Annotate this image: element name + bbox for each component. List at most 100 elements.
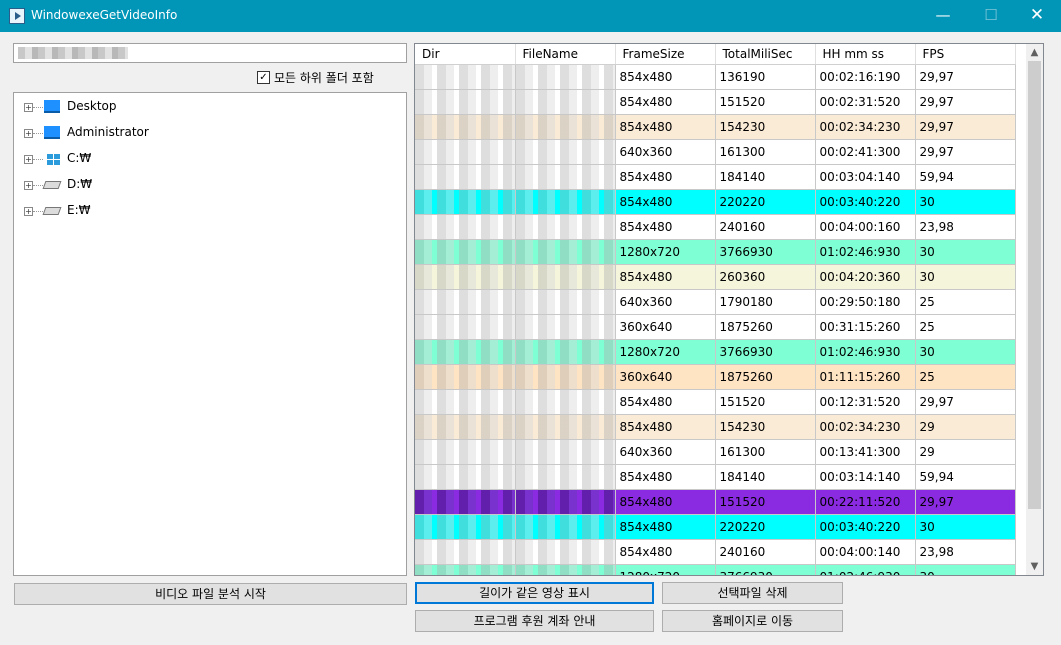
folder-path-input[interactable] (13, 43, 407, 63)
table-row[interactable]: 360x640 1875260 01:11:15:260 25 (415, 364, 1016, 390)
filename-cell-blurred[interactable] (515, 289, 616, 315)
dir-cell-blurred[interactable] (415, 414, 516, 440)
frame-size-cell[interactable]: 360x640 (615, 314, 716, 340)
frame-size-cell[interactable]: 854x480 (615, 64, 716, 90)
table-row[interactable]: 854x480 240160 00:04:00:140 23,98 (415, 539, 1016, 565)
duration-cell[interactable]: 00:13:41:300 (815, 439, 916, 465)
fps-cell[interactable]: 30 (915, 189, 1016, 215)
filename-cell-blurred[interactable] (515, 164, 616, 190)
scroll-up-icon[interactable]: ▲ (1026, 44, 1043, 61)
total-ms-cell[interactable]: 151520 (715, 489, 816, 515)
fps-cell[interactable]: 29,97 (915, 139, 1016, 165)
fps-cell[interactable]: 59,94 (915, 164, 1016, 190)
dir-cell-blurred[interactable] (415, 389, 516, 415)
fps-cell[interactable]: 29,97 (915, 489, 1016, 515)
total-ms-cell[interactable]: 260360 (715, 264, 816, 290)
duration-cell[interactable]: 00:02:34:230 (815, 414, 916, 440)
duration-cell[interactable]: 01:02:46:930 (815, 239, 916, 265)
fps-cell[interactable]: 59,94 (915, 464, 1016, 490)
duration-cell[interactable]: 00:04:20:360 (815, 264, 916, 290)
fps-cell[interactable]: 30 (915, 239, 1016, 265)
duration-cell[interactable]: 00:29:50:180 (815, 289, 916, 315)
expand-icon[interactable]: + (24, 103, 33, 112)
dir-cell-blurred[interactable] (415, 239, 516, 265)
frame-size-cell[interactable]: 854x480 (615, 489, 716, 515)
table-row[interactable]: 854x480 220220 00:03:40:220 30 (415, 514, 1016, 540)
duration-cell[interactable]: 00:03:04:140 (815, 164, 916, 190)
table-row[interactable]: 640x360 161300 00:13:41:300 29 (415, 439, 1016, 465)
fps-cell[interactable]: 25 (915, 314, 1016, 340)
dir-cell-blurred[interactable] (415, 439, 516, 465)
frame-size-cell[interactable]: 640x360 (615, 289, 716, 315)
dir-cell-blurred[interactable] (415, 114, 516, 140)
table-row[interactable]: 854x480 184140 00:03:14:140 59,94 (415, 464, 1016, 490)
frame-size-cell[interactable]: 854x480 (615, 539, 716, 565)
filename-cell-blurred[interactable] (515, 264, 616, 290)
frame-size-cell[interactable]: 360x640 (615, 364, 716, 390)
dir-cell-blurred[interactable] (415, 189, 516, 215)
dir-cell-blurred[interactable] (415, 214, 516, 240)
table-row[interactable]: 854x480 136190 00:02:16:190 29,97 (415, 64, 1016, 90)
table-row[interactable]: 360x640 1875260 00:31:15:260 25 (415, 314, 1016, 340)
total-ms-cell[interactable]: 3766930 (715, 339, 816, 365)
duration-cell[interactable]: 00:02:34:230 (815, 114, 916, 140)
frame-size-cell[interactable]: 1280x720 (615, 564, 716, 575)
table-row[interactable]: 854x480 154230 00:02:34:230 29 (415, 414, 1016, 440)
checkbox-box[interactable]: ✓ (257, 71, 270, 84)
filename-cell-blurred[interactable] (515, 189, 616, 215)
filename-cell-blurred[interactable] (515, 64, 616, 90)
total-ms-cell[interactable]: 184140 (715, 464, 816, 490)
dir-cell-blurred[interactable] (415, 139, 516, 165)
total-ms-cell[interactable]: 3766930 (715, 564, 816, 575)
table-row[interactable]: 854x480 151520 00:12:31:520 29,97 (415, 389, 1016, 415)
duration-cell[interactable]: 00:02:41:300 (815, 139, 916, 165)
fps-cell[interactable]: 23,98 (915, 214, 1016, 240)
table-row[interactable]: 1280x720376693001:02:46:93030 (415, 239, 1016, 265)
fps-cell[interactable]: 25 (915, 364, 1016, 390)
column-header[interactable]: FPS (915, 44, 1016, 65)
expand-icon[interactable]: + (24, 155, 33, 164)
frame-size-cell[interactable]: 1280x720 (615, 239, 716, 265)
table-row[interactable]: 1280x720376693001:02:46:93030 (415, 339, 1016, 365)
filename-cell-blurred[interactable] (515, 339, 616, 365)
filename-cell-blurred[interactable] (515, 114, 616, 140)
duration-cell[interactable]: 00:04:00:160 (815, 214, 916, 240)
frame-size-cell[interactable]: 854x480 (615, 514, 716, 540)
expand-icon[interactable]: + (24, 129, 33, 138)
show-same-length-button[interactable]: 길이가 같은 영상 표시 (415, 582, 654, 604)
total-ms-cell[interactable]: 240160 (715, 539, 816, 565)
duration-cell[interactable]: 01:02:46:930 (815, 564, 916, 575)
frame-size-cell[interactable]: 640x360 (615, 139, 716, 165)
fps-cell[interactable]: 30 (915, 514, 1016, 540)
frame-size-cell[interactable]: 854x480 (615, 89, 716, 115)
total-ms-cell[interactable]: 1875260 (715, 364, 816, 390)
total-ms-cell[interactable]: 151520 (715, 89, 816, 115)
fps-cell[interactable]: 29 (915, 414, 1016, 440)
duration-cell[interactable]: 00:22:11:520 (815, 489, 916, 515)
total-ms-cell[interactable]: 240160 (715, 214, 816, 240)
frame-size-cell[interactable]: 854x480 (615, 114, 716, 140)
dir-cell-blurred[interactable] (415, 489, 516, 515)
fps-cell[interactable]: 29,97 (915, 64, 1016, 90)
table-row[interactable]: 854x480 184140 00:03:04:140 59,94 (415, 164, 1016, 190)
duration-cell[interactable]: 00:31:15:260 (815, 314, 916, 340)
total-ms-cell[interactable]: 151520 (715, 389, 816, 415)
fps-cell[interactable]: 23,98 (915, 539, 1016, 565)
column-header[interactable]: FrameSize (615, 44, 716, 65)
dir-cell-blurred[interactable] (415, 539, 516, 565)
duration-cell[interactable]: 00:04:00:140 (815, 539, 916, 565)
filename-cell-blurred[interactable] (515, 439, 616, 465)
maximize-button[interactable]: ☐ (968, 0, 1014, 32)
filename-cell-blurred[interactable] (515, 314, 616, 340)
total-ms-cell[interactable]: 136190 (715, 64, 816, 90)
table-row[interactable]: 854x480 151520 00:22:11:520 29,97 (415, 489, 1016, 515)
total-ms-cell[interactable]: 1875260 (715, 314, 816, 340)
duration-cell[interactable]: 01:02:46:930 (815, 339, 916, 365)
dir-cell-blurred[interactable] (415, 64, 516, 90)
column-header[interactable]: TotalMiliSec (715, 44, 816, 65)
filename-cell-blurred[interactable] (515, 214, 616, 240)
video-info-grid[interactable]: Dir FileName FrameSize TotalMiliSec HH m… (414, 43, 1044, 576)
dir-cell-blurred[interactable] (415, 164, 516, 190)
table-row[interactable]: 640x360 1790180 00:29:50:180 25 (415, 289, 1016, 315)
filename-cell-blurred[interactable] (515, 539, 616, 565)
